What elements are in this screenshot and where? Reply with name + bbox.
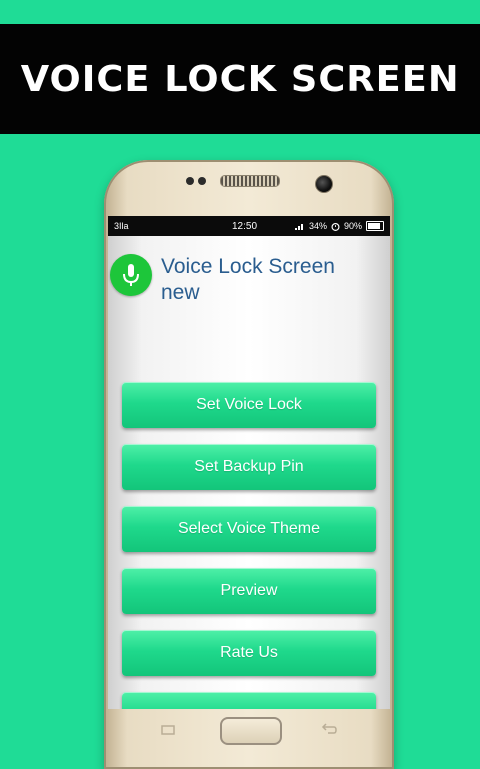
more-button[interactable] [122, 692, 376, 709]
home-button[interactable] [220, 717, 282, 745]
front-camera-icon [315, 175, 333, 193]
phone-frame: 3Ila 12:50 34% 90% Voice Lock Screen new… [104, 160, 394, 769]
back-icon[interactable] [320, 722, 338, 736]
app-title: Voice Lock Screen new [161, 255, 335, 304]
banner-title: VOICE LOCK SCREEN [20, 58, 460, 100]
microphone-icon [123, 264, 139, 286]
set-backup-pin-button[interactable]: Set Backup Pin [122, 444, 376, 490]
sensor-dots [186, 177, 206, 185]
top-banner: VOICE LOCK SCREEN [0, 24, 480, 134]
select-voice-theme-button[interactable]: Select Voice Theme [122, 506, 376, 552]
rate-us-button[interactable]: Rate Us [122, 630, 376, 676]
status-bar: 3Ila 12:50 34% 90% [108, 216, 390, 236]
status-time: 12:50 [232, 220, 258, 232]
battery-icon [366, 221, 384, 231]
status-right-icons: 34% 90% [294, 221, 384, 231]
recent-apps-icon[interactable] [160, 724, 178, 736]
set-voice-lock-button[interactable]: Set Voice Lock [122, 382, 376, 428]
signal-bars-icon [294, 224, 303, 230]
phone-screen: 3Ila 12:50 34% 90% Voice Lock Screen new… [108, 216, 390, 709]
battery-percent-right: 90% [343, 221, 362, 231]
app-header: Voice Lock Screen new [108, 254, 390, 314]
signal-indicator: 3Ila [114, 221, 129, 231]
mic-badge [110, 254, 152, 296]
alarm-icon [331, 222, 340, 231]
preview-button[interactable]: Preview [122, 568, 376, 614]
speaker-grill [220, 175, 280, 187]
battery-percent-left: 34% [308, 221, 327, 231]
